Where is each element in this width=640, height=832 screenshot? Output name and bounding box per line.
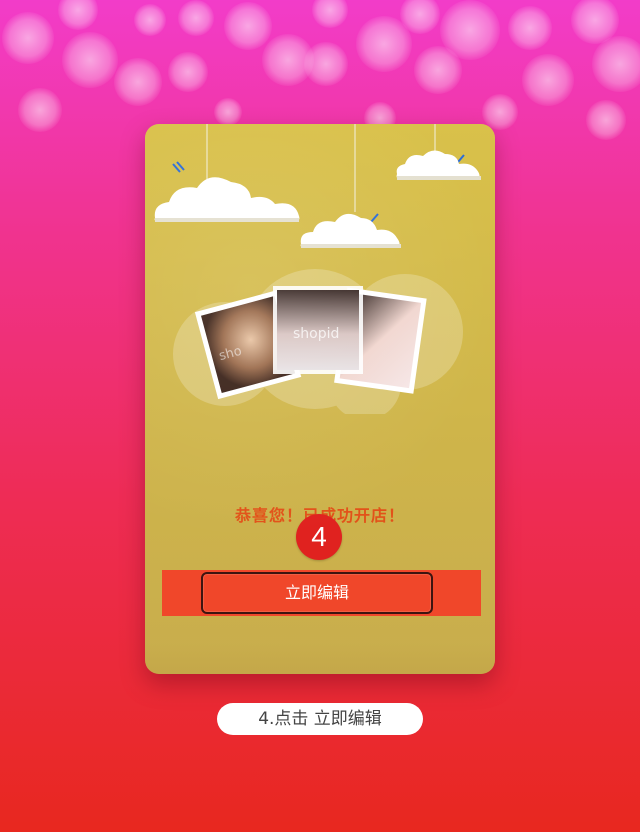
tutorial-phone-card: sho shopid 恭喜您！已成功开店！ 4 立即编辑 (145, 124, 495, 674)
success-message: 恭喜您！已成功开店！ (234, 506, 405, 525)
edit-now-button[interactable]: 立即编辑 (201, 572, 433, 614)
step-number-badge: 4 (296, 514, 342, 560)
edit-button-bar: 立即编辑 (162, 570, 481, 616)
hanging-clouds-illustration (154, 124, 481, 248)
svg-text:shopid: shopid (293, 326, 339, 342)
cloud-large (154, 177, 300, 222)
card-bottom-shade (145, 642, 495, 674)
cloud-small (396, 150, 481, 180)
svg-text:sho: sho (217, 344, 243, 364)
shop-photos-illustration: sho shopid (173, 269, 463, 414)
step-caption: 4.点击 立即编辑 (217, 703, 423, 735)
cloud-middle (300, 213, 401, 248)
